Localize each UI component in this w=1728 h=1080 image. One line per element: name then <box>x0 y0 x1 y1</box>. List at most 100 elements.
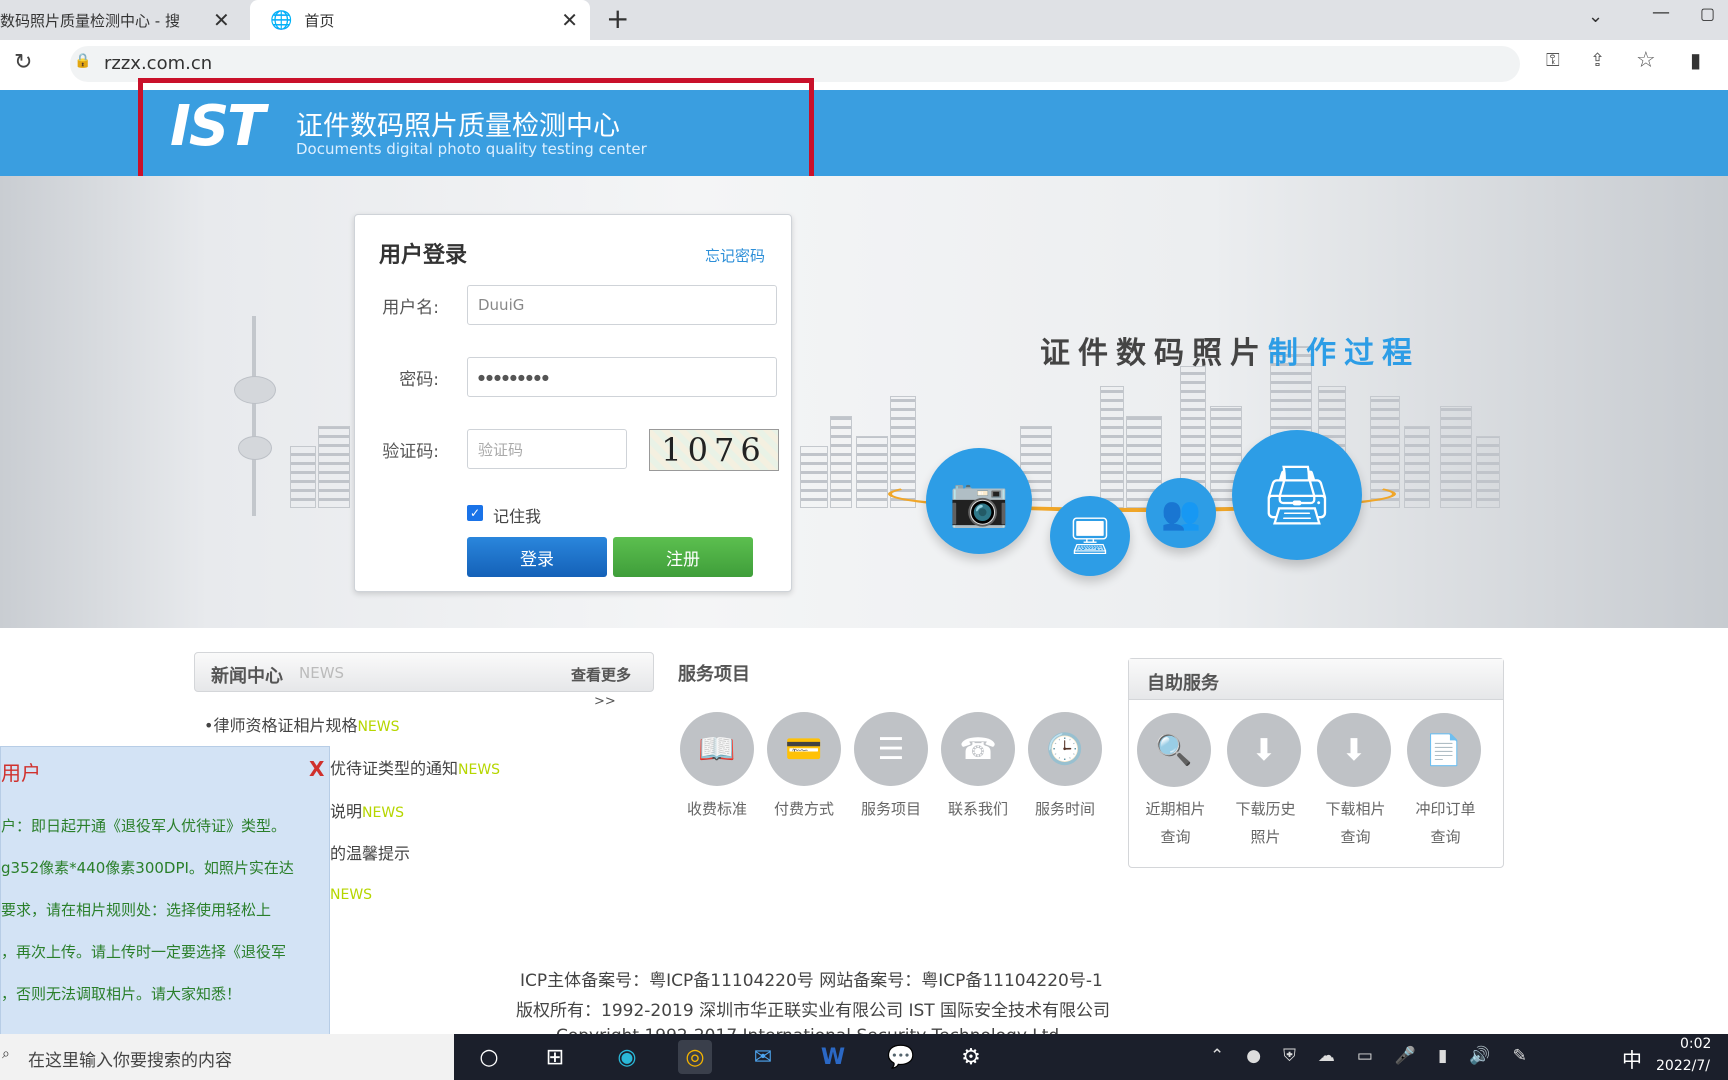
captcha-image[interactable]: 1076 <box>649 429 779 471</box>
footer-icp: ICP主体备案号：粤ICP备11104220号 网站备案号：粤ICP备11104… <box>520 971 1103 991</box>
service-label: 联系我们 <box>947 800 1008 818</box>
service-label: 收费标准 <box>686 800 747 818</box>
service-contact[interactable]: ☎ 联系我们 <box>941 712 1015 842</box>
close-tab-icon[interactable]: ✕ <box>213 8 230 32</box>
process-title-a: 证件数码照片 <box>1040 336 1268 371</box>
login-panel: 用户登录 忘记密码 用户名: DuuiG 密码: ●●●●●●●●● 验证码: … <box>354 214 792 592</box>
label-line1: 下载历史 <box>1235 800 1296 818</box>
news-more-link[interactable]: 查看更多 <box>571 664 631 685</box>
group-icon: 👥 <box>1146 478 1216 548</box>
taskbar-search[interactable]: ⌕ 在这里输入你要搜索的内容 <box>0 1034 454 1080</box>
remember-checkbox[interactable]: ✓ <box>467 505 483 521</box>
recent-photos-query[interactable]: 🔍 近期相片 查询 <box>1137 713 1214 851</box>
login-heading: 用户登录 <box>379 243 468 268</box>
popup-close-button[interactable]: X <box>309 757 324 781</box>
news-item[interactable]: 优待证类型的通知NEWS <box>330 755 500 779</box>
clock-time[interactable]: 0:02 <box>1680 1036 1711 1052</box>
globe-icon: 🌐 <box>270 9 293 31</box>
label-line1: 冲印订单 <box>1415 800 1476 818</box>
print-order-query[interactable]: 📄 冲印订单 查询 <box>1407 713 1484 851</box>
clock-date[interactable]: 2022/7/ <box>1656 1058 1710 1074</box>
url-text: rzzx.com.cn <box>104 53 213 74</box>
forgot-password-link[interactable]: 忘记密码 <box>705 245 765 266</box>
bookmark-star-icon[interactable]: ☆ <box>1636 48 1656 73</box>
new-tab-button[interactable]: + <box>606 2 629 35</box>
banner: 证件数码照片制作过程 📷 🖥 👥 🖨 <box>0 176 1728 628</box>
ime-indicator[interactable]: 中 <box>1622 1044 1642 1073</box>
password-input[interactable]: ●●●●●●●●● <box>467 357 777 397</box>
camera-icon: 📷 <box>926 448 1032 554</box>
task-view-icon[interactable]: ⊞ <box>538 1040 572 1074</box>
browser-tab-active[interactable]: 🌐 首页 ✕ <box>250 0 590 40</box>
news-item[interactable]: NEWS <box>330 884 372 903</box>
news-tag: NEWS <box>362 805 405 821</box>
tab-title: 首页 <box>304 11 335 30</box>
news-item-text: 优待证类型的通知 <box>330 759 459 778</box>
tab-search-icon[interactable]: ⌄ <box>1588 6 1603 27</box>
captcha-label: 验证码: <box>382 442 439 462</box>
service-payment[interactable]: 💳 付费方式 <box>767 712 841 842</box>
phone-icon: ☎ <box>941 712 1015 786</box>
label-line1: 近期相片 <box>1145 800 1206 818</box>
list-icon: ☰ <box>854 712 928 786</box>
edge-icon[interactable]: ◉ <box>610 1040 644 1074</box>
news-tag: NEWS <box>357 719 400 735</box>
news-item[interactable]: 的温馨提示 <box>330 840 410 864</box>
browser-tab-inactive[interactable]: 数码照片质量检测中心 - 搜 ✕ <box>0 0 240 40</box>
service-fee[interactable]: 📖 收费标准 <box>680 712 754 842</box>
monitor-icon: 🖥 <box>1050 496 1130 576</box>
news-item[interactable]: 说明NEWS <box>330 798 404 822</box>
key-icon[interactable]: ⚿ <box>1546 50 1560 71</box>
self-service-row: 🔍 近期相片 查询 ⬇ 下载历史 照片 ⬇ 下载相片 查询 📄 冲印订单 查询 <box>1137 713 1497 851</box>
mail-icon[interactable]: ✉ <box>746 1040 780 1074</box>
side-panel-icon[interactable]: ▮ <box>1690 48 1701 72</box>
chrome-icon[interactable]: ◎ <box>678 1040 712 1074</box>
close-tab-icon[interactable]: ✕ <box>561 8 578 32</box>
search-icon: 🔍 <box>1137 713 1211 787</box>
service-label: 付费方式 <box>773 800 834 818</box>
task-view-circle-icon[interactable]: ○ <box>472 1040 506 1074</box>
news-more-arrows[interactable]: >> <box>594 694 616 709</box>
popup-title: 用户 <box>1 761 41 785</box>
tv-tower <box>232 316 276 516</box>
captcha-input[interactable]: 验证码 <box>467 429 627 469</box>
news-item-text: 的温馨提示 <box>330 844 411 863</box>
minimize-icon[interactable]: — <box>1652 2 1670 23</box>
download-history[interactable]: ⬇ 下载历史 照片 <box>1227 713 1304 851</box>
clock-icon: 🕒 <box>1028 712 1102 786</box>
service-hours[interactable]: 🕒 服务时间 <box>1028 712 1102 842</box>
app-icon[interactable]: ⚙ <box>954 1040 988 1074</box>
service-items[interactable]: ☰ 服务项目 <box>854 712 928 842</box>
self-service-header: 自助服务 <box>1129 659 1503 700</box>
browser-tab-bar: 数码照片质量检测中心 - 搜 ✕ 🌐 首页 ✕ + ⌄ — ▢ <box>0 0 1728 40</box>
service-label: 冲印订单 查询 <box>1407 795 1484 851</box>
news-item[interactable]: •律师资格证相片规格NEWS <box>204 712 400 736</box>
username-input[interactable]: DuuiG <box>467 285 777 325</box>
label-line2: 照片 <box>1250 828 1281 846</box>
wechat-icon[interactable]: 💬 <box>884 1040 918 1074</box>
download-photo-query[interactable]: ⬇ 下载相片查询 <box>1317 713 1394 851</box>
popup-line: ，再次上传。请上传时一定要选择《退役军 <box>1 943 287 961</box>
url-field[interactable]: 🔒 rzzx.com.cn <box>70 46 1520 82</box>
popup-line: g352像素*440像素300DPI。如照片实在达 <box>1 859 294 877</box>
share-icon[interactable]: ⇪ <box>1590 50 1605 71</box>
login-button[interactable]: 登录 <box>467 537 607 577</box>
reload-icon[interactable]: ↻ <box>14 50 32 75</box>
register-button[interactable]: 注册 <box>613 537 753 577</box>
remember-label[interactable]: 记住我 <box>493 503 541 527</box>
service-label: 近期相片 查询 <box>1137 795 1214 851</box>
maximize-icon[interactable]: ▢ <box>1700 4 1715 23</box>
news-item-text: •律师资格证相片规格 <box>204 716 358 735</box>
label-line1: 下载相片 <box>1325 800 1386 818</box>
download-icon: ⬇ <box>1317 713 1391 787</box>
self-service-title: 自助服务 <box>1147 673 1219 694</box>
notice-popup: 用户 X 户：即日起开通《退役军人优待证》类型。 g352像素*440像素300… <box>0 746 330 1038</box>
self-service-panel: 自助服务 🔍 近期相片 查询 ⬇ 下载历史 照片 ⬇ 下载相片 查询 📄 冲印订单 查询 <box>1128 658 1504 868</box>
news-title-en: NEWS <box>299 664 345 682</box>
word-icon[interactable]: W <box>816 1040 850 1074</box>
label-line2: 查询 <box>1340 828 1371 846</box>
popup-line: ，否则无法调取相片。请大家知悉！ <box>1 985 242 1003</box>
service-label: 服务项目 <box>860 800 921 818</box>
captcha-text: 1076 <box>661 431 767 469</box>
footer-copyright: 版权所有：1992-2019 深圳市华正联实业有限公司 IST 国际安全技术有限… <box>516 1001 1111 1021</box>
